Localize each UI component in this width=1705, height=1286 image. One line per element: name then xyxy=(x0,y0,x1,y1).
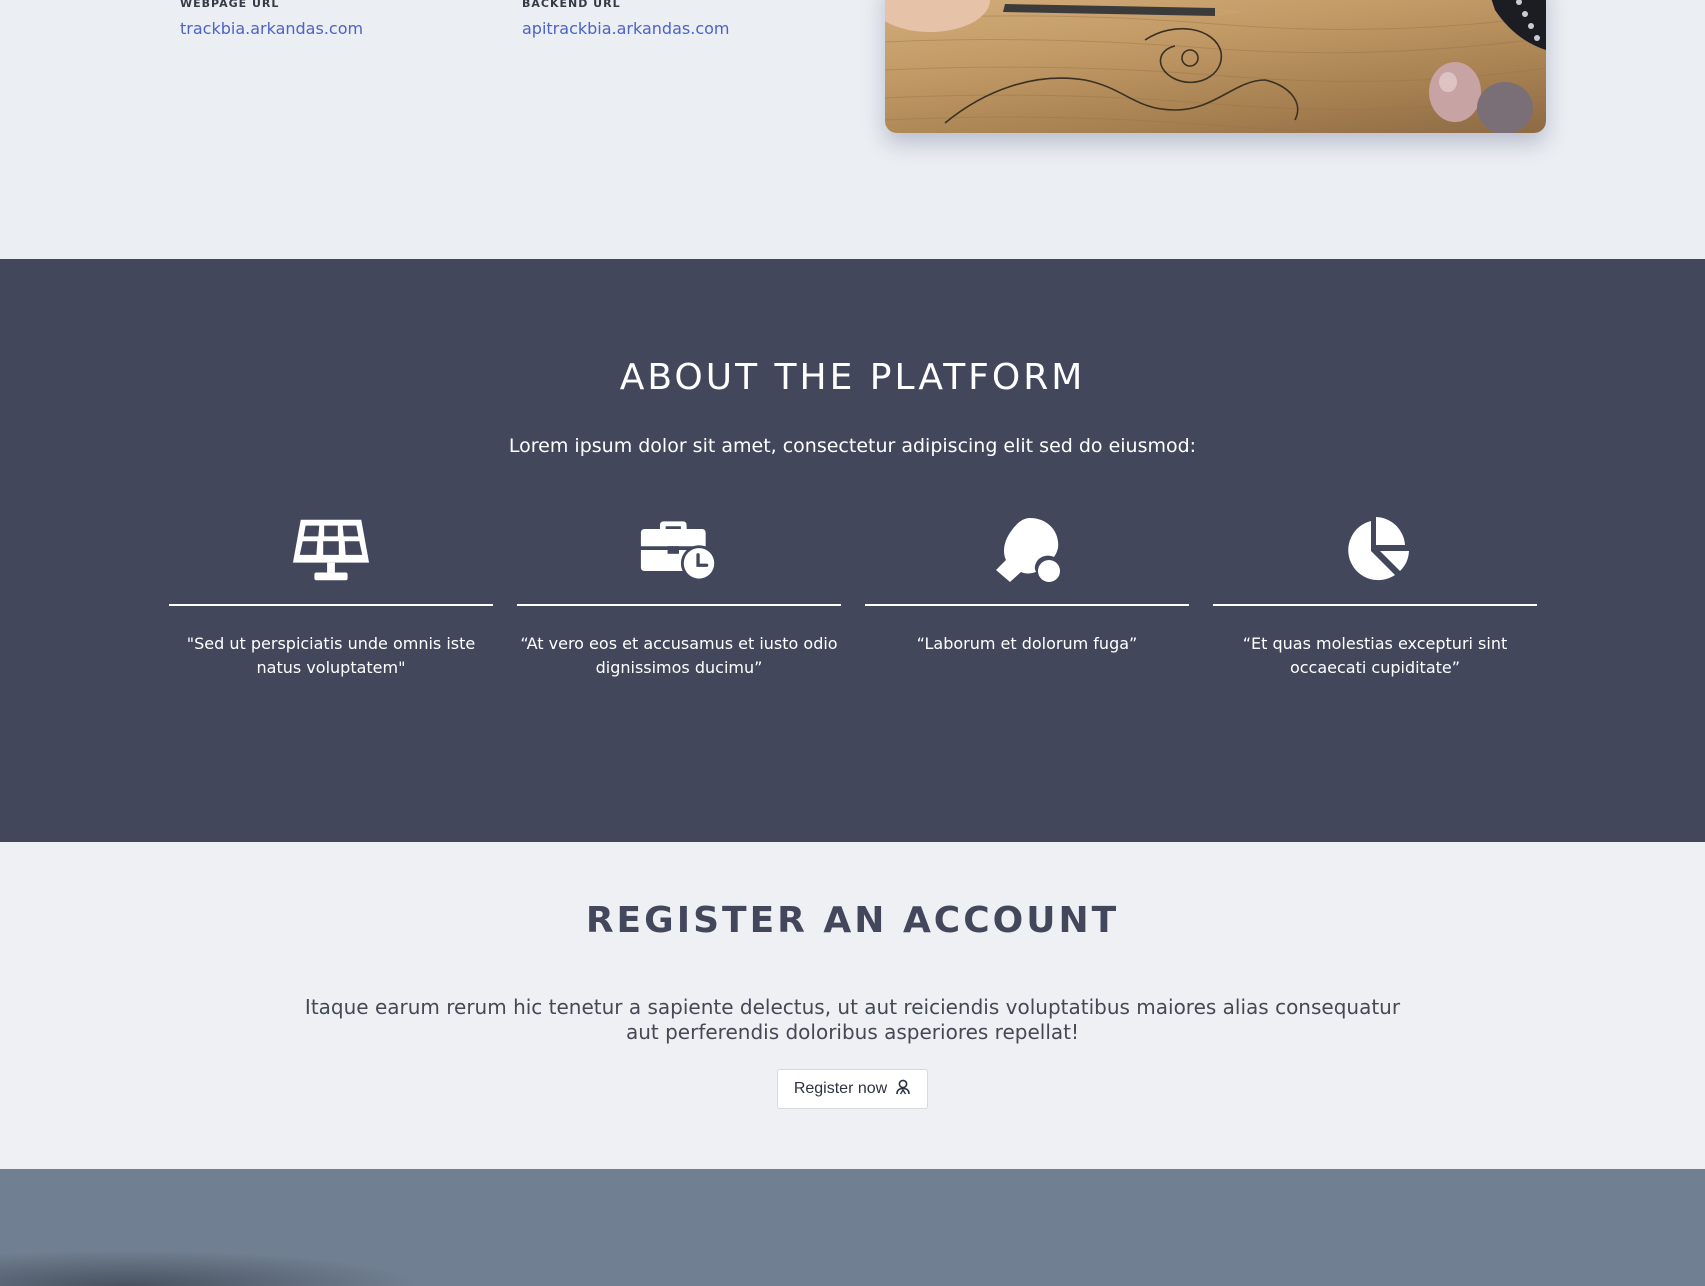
feature-divider xyxy=(865,604,1189,606)
feature-quote: “Et quas molestias excepturi sint occaec… xyxy=(1242,634,1508,677)
feature-divider xyxy=(169,604,493,606)
feature-quote: “At vero eos et accusamus et iusto odio … xyxy=(520,634,838,677)
backend-url-link[interactable]: apitrackbia.arkandas.com xyxy=(522,19,729,39)
backend-url-block: BACKEND URL apitrackbia.arkandas.com xyxy=(522,0,729,39)
feature-divider xyxy=(1213,604,1537,606)
footer-band xyxy=(0,1169,1705,1286)
hero-image xyxy=(885,0,1546,133)
register-description: Itaque earum rerum hic tenetur a sapient… xyxy=(304,995,1401,1044)
register-section: REGISTER AN ACCOUNT Itaque earum rerum h… xyxy=(0,842,1705,1169)
feature-divider xyxy=(517,604,841,606)
chart-pie-icon xyxy=(1335,514,1415,586)
table-tennis-icon xyxy=(987,514,1067,586)
feature-quote: “Laborum et dolorum fuga” xyxy=(916,634,1138,653)
feature-quote: "Sed ut perspiciatis unde omnis iste nat… xyxy=(186,634,476,677)
user-badge-icon xyxy=(895,1079,911,1100)
backend-url-label: BACKEND URL xyxy=(522,0,621,10)
feature-item: "Sed ut perspiciatis unde omnis iste nat… xyxy=(169,514,493,704)
feature-item: “Laborum et dolorum fuga” xyxy=(865,514,1189,704)
solar-panel-icon xyxy=(291,514,371,586)
business-time-icon xyxy=(639,514,719,586)
feature-item: “Et quas molestias excepturi sint occaec… xyxy=(1213,514,1537,704)
register-button-label: Register now xyxy=(793,1080,888,1097)
top-info-section: WEBPAGE URL trackbia.arkandas.com BACKEN… xyxy=(0,0,1705,259)
webpage-url-block: WEBPAGE URL trackbia.arkandas.com xyxy=(180,0,363,39)
about-subtitle: Lorem ipsum dolor sit amet, consectetur … xyxy=(508,435,1197,457)
page: WEBPAGE URL trackbia.arkandas.com BACKEN… xyxy=(0,0,1705,1286)
webpage-url-label: WEBPAGE URL xyxy=(180,0,280,10)
about-title: ABOUT THE PLATFORM xyxy=(619,357,1086,398)
footer-shadow xyxy=(0,1250,420,1286)
webpage-url-link[interactable]: trackbia.arkandas.com xyxy=(180,19,363,39)
feature-item: “At vero eos et accusamus et iusto odio … xyxy=(517,514,841,704)
register-title: REGISTER AN ACCOUNT xyxy=(585,900,1120,941)
about-section: ABOUT THE PLATFORM Lorem ipsum dolor sit… xyxy=(0,259,1705,842)
register-now-button[interactable]: Register now xyxy=(777,1069,928,1109)
